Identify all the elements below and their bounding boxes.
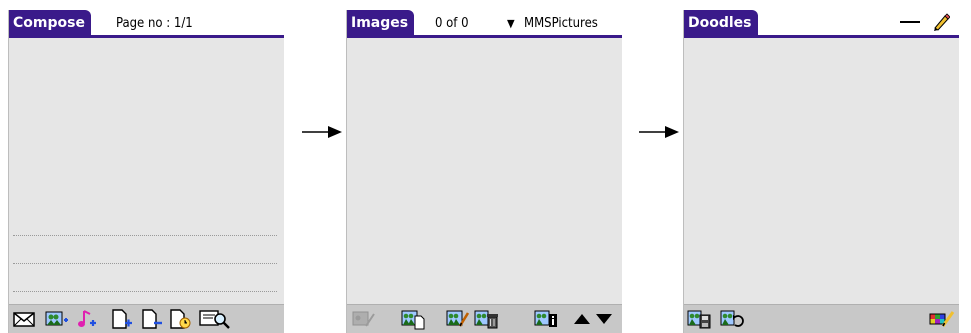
compose-toolbar: [9, 304, 284, 333]
right-arrow-icon: [302, 125, 342, 139]
dotted-line: [13, 235, 277, 236]
remove-page-icon[interactable]: [140, 308, 164, 330]
add-sound-icon[interactable]: [76, 308, 100, 330]
images-titlebar: Images 0 of 0 ▼ MMSPictures: [347, 10, 622, 38]
right-arrow-icon: [639, 125, 679, 139]
preview-icon[interactable]: [199, 308, 231, 330]
pencil-icon[interactable]: [932, 13, 951, 31]
doodles-toolbar: [684, 304, 959, 333]
doodles-titlebar: Doodles: [684, 10, 959, 38]
folder-select[interactable]: MMSPictures: [524, 10, 598, 35]
message-icon[interactable]: [12, 308, 36, 330]
page-number-label: Page no : 1/1: [116, 16, 193, 31]
images-screen: Images 0 of 0 ▼ MMSPictures: [346, 10, 622, 333]
doodle-canvas[interactable]: [684, 38, 959, 305]
chevron-down-icon[interactable]: ▼: [507, 10, 515, 35]
compose-screen: Compose Page no : 1/1: [8, 10, 284, 333]
image-count-label: 0 of 0: [435, 16, 469, 31]
edit-image-icon: [352, 308, 376, 330]
add-image-icon[interactable]: [45, 308, 69, 330]
dotted-line: [13, 263, 277, 264]
compose-titlebar: Compose Page no : 1/1: [9, 10, 284, 38]
images-content-area[interactable]: [347, 38, 622, 305]
dotted-line: [13, 291, 277, 292]
doodles-screen: Doodles: [683, 10, 959, 333]
delete-image-icon[interactable]: [474, 308, 498, 330]
line-width-icon[interactable]: [900, 21, 920, 23]
undo-doodle-icon[interactable]: [720, 308, 744, 330]
scroll-down-icon[interactable]: [595, 308, 613, 330]
images-toolbar: [347, 304, 622, 333]
images-title[interactable]: Images: [347, 10, 415, 35]
compose-title[interactable]: Compose: [9, 10, 91, 35]
page-timing-icon[interactable]: [168, 308, 192, 330]
doodles-title[interactable]: Doodles: [684, 10, 758, 35]
compose-content-area[interactable]: [9, 38, 284, 305]
scroll-up-icon[interactable]: [573, 308, 591, 330]
add-page-icon[interactable]: [110, 308, 134, 330]
draw-image-icon[interactable]: [446, 308, 470, 330]
image-info-icon[interactable]: [534, 308, 558, 330]
color-palette-icon[interactable]: [929, 308, 955, 330]
save-doodle-icon[interactable]: [687, 308, 711, 330]
copy-image-icon[interactable]: [401, 308, 425, 330]
